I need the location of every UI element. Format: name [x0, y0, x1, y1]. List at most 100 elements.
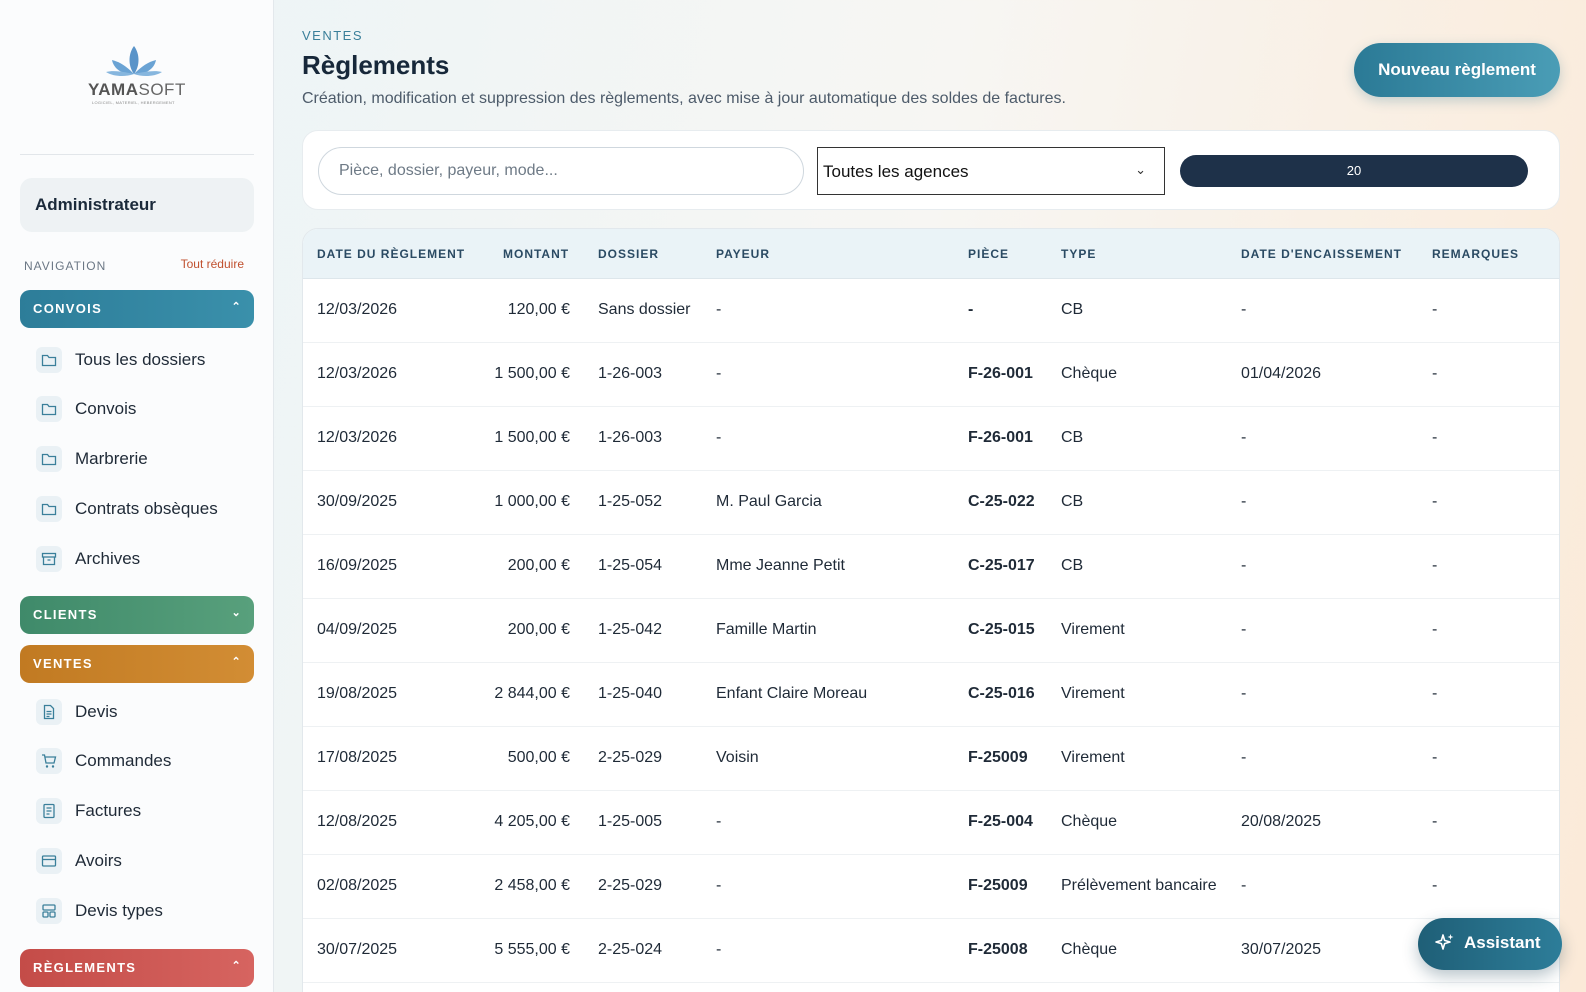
table-row[interactable]: 04/09/2025 200,00 € 1-25-042 Famille Martin…: [303, 599, 1559, 663]
column-header-payer[interactable]: PAYEUR: [716, 247, 770, 261]
cell-piece: C-25-017: [968, 557, 1035, 574]
cell-type: Virement: [1061, 621, 1125, 638]
table-row[interactable]: 16/09/2025 200,00 € 1-25-054 Mme Jeanne Pet…: [303, 535, 1559, 599]
table-row[interactable]: 19/08/2025 2 844,00 € 1-25-040 Enfant Clair…: [303, 663, 1559, 727]
sparkle-icon: [1435, 934, 1454, 950]
column-header-dossier[interactable]: DOSSIER: [598, 247, 659, 261]
main-content: VENTES Règlements Création, modification…: [274, 0, 1586, 992]
cell-remarks: -: [1432, 621, 1438, 638]
sidebar-item-label: Contrats obsèques: [75, 499, 218, 518]
nav-group-label: VENTES: [33, 656, 93, 671]
column-header-amount[interactable]: MONTANT: [503, 247, 569, 261]
cell-piece: C-25-022: [968, 493, 1035, 510]
sidebar-item-archives[interactable]: Archives: [36, 544, 250, 574]
cell-dossier: 1-26-003: [598, 429, 663, 446]
chevron-up-icon: ⌃: [231, 301, 242, 313]
navigation-label: NAVIGATION: [24, 259, 107, 273]
sidebar-item-label: Commandes: [75, 751, 172, 770]
collapse-all-link[interactable]: Tout réduire: [181, 257, 244, 271]
column-header-cash-date[interactable]: DATE D'ENCAISSEMENT: [1241, 247, 1402, 261]
folder-icon: [36, 396, 62, 422]
cell-type: CB: [1061, 493, 1084, 510]
nav-group-convois[interactable]: CONVOIS ⌃: [20, 290, 254, 328]
cell-amount: 500,00 €: [507, 749, 570, 766]
sidebar-item-tous-les-dossiers[interactable]: Tous les dossiers: [36, 345, 250, 375]
sidebar-item-factures[interactable]: Factures: [36, 796, 250, 826]
table-row[interactable]: 02/08/2025 2 458,00 € 2-25-029 - F-25009 Prél…: [303, 855, 1559, 919]
table-row[interactable]: 30/07/2025 5 555,00 € 2-25-024 - F-25008 Chèq…: [303, 919, 1559, 983]
sidebar-item-devis-types[interactable]: Devis types: [36, 896, 250, 926]
cell-dossier: 1-25-040: [598, 685, 663, 702]
nav-group-label: RÈGLEMENTS: [33, 960, 137, 975]
agency-select[interactable]: Toutes les agences ⌄: [817, 147, 1165, 195]
cell-piece: C-25-016: [968, 685, 1035, 702]
template-icon: [36, 898, 62, 924]
folder-icon: [36, 496, 62, 522]
cell-amount: 1 000,00 €: [494, 493, 570, 510]
table-row[interactable]: 12/03/2026 1 500,00 € 1-26-003 - F-26-001 CB -…: [303, 407, 1559, 471]
cell-amount: 120,00 €: [507, 301, 570, 318]
sidebar-item-avoirs[interactable]: Avoirs: [36, 846, 250, 876]
table-row[interactable]: 30/09/2025 1 000,00 € 1-25-052 M. Paul Garc…: [303, 471, 1559, 535]
payments-table: DATE DU RÈGLEMENT MONTANT DOSSIER PAYEUR…: [302, 228, 1560, 992]
cell-cash-date: -: [1241, 877, 1247, 894]
cell-payer: -: [716, 941, 722, 958]
sidebar-item-devis[interactable]: Devis: [36, 697, 250, 727]
assistant-label: Assistant: [1464, 933, 1541, 952]
sidebar-item-convois[interactable]: Convois: [36, 394, 250, 424]
cell-cash-date: -: [1241, 621, 1247, 638]
cell-dossier: 2-25-024: [598, 941, 663, 958]
chevron-up-icon: ⌃: [231, 656, 242, 668]
sidebar-item-contrats-obseques[interactable]: Contrats obsèques: [36, 494, 250, 524]
nav-group-ventes[interactable]: VENTES ⌃: [20, 645, 254, 683]
breadcrumb[interactable]: VENTES: [302, 28, 363, 43]
cell-payer: -: [716, 365, 722, 382]
invoice-icon: [36, 798, 62, 824]
cell-dossier: 2-25-029: [598, 749, 663, 766]
cell-dossier: Sans dossier: [598, 301, 691, 318]
table-header: DATE DU RÈGLEMENT MONTANT DOSSIER PAYEUR…: [303, 229, 1559, 279]
cell-cash-date: -: [1241, 301, 1247, 318]
column-header-remarks[interactable]: REMARQUES: [1432, 247, 1519, 261]
sidebar-item-label: Devis types: [75, 901, 163, 920]
cell-date: 12/03/2026: [317, 365, 398, 382]
nav-group-reglements[interactable]: RÈGLEMENTS ⌃: [20, 949, 254, 987]
card-icon: [36, 848, 62, 874]
sidebar-item-commandes[interactable]: Commandes: [36, 746, 250, 776]
table-row[interactable]: 12/03/2026 120,00 € Sans dossier - - CB - -: [303, 279, 1559, 343]
sidebar-item-label: Tous les dossiers: [75, 350, 206, 369]
logo-tagline: LOGICIEL, MATERIEL, HEBERGEMENT: [92, 100, 175, 105]
assistant-button[interactable]: Assistant: [1418, 918, 1562, 970]
cell-date: 12/03/2026: [317, 301, 398, 318]
nav-group-clients[interactable]: CLIENTS ⌄: [20, 596, 254, 634]
table-row[interactable]: 12/03/2026 1 500,00 € 1-26-003 - F-26-001 Chè…: [303, 343, 1559, 407]
agency-select-value: Toutes les agences: [823, 162, 969, 181]
cell-dossier: 1-25-052: [598, 493, 663, 510]
table-row[interactable]: 12/08/2025 4 205,00 € 1-25-005 - F-25-004 Chè…: [303, 791, 1559, 855]
cell-date: 19/08/2025: [317, 685, 398, 702]
cell-amount: 1 500,00 €: [494, 365, 570, 382]
cell-remarks: -: [1432, 877, 1438, 894]
sidebar-item-marbrerie[interactable]: Marbrerie: [36, 444, 250, 474]
cell-cash-date: -: [1241, 429, 1247, 446]
yamasoft-logo[interactable]: YAMASOFT LOGICIEL, MATERIEL, HEBERGEMENT: [80, 44, 192, 110]
nav-group-label: CONVOIS: [33, 301, 103, 316]
cell-type: Chèque: [1061, 365, 1118, 382]
sidebar-item-label: Archives: [75, 549, 141, 568]
cell-type: Chèque: [1061, 813, 1118, 830]
cell-piece: F-26-001: [968, 365, 1033, 382]
logo-wordmark: YAMASOFT: [88, 80, 186, 99]
column-header-type[interactable]: TYPE: [1061, 247, 1096, 261]
cell-piece: C-25-015: [968, 621, 1035, 638]
user-role[interactable]: Administrateur: [20, 178, 254, 232]
page-size-selector[interactable]: 20: [1180, 155, 1528, 187]
cell-piece: F-25009: [968, 877, 1028, 894]
table-row[interactable]: 17/08/2025 500,00 € 2-25-029 Voisin F-25009 V…: [303, 727, 1559, 791]
column-header-date[interactable]: DATE DU RÈGLEMENT: [317, 247, 465, 261]
cell-payer: -: [716, 877, 722, 894]
search-input[interactable]: [318, 147, 804, 195]
new-payment-button[interactable]: Nouveau règlement: [1354, 43, 1560, 97]
sidebar-item-label: Convois: [75, 399, 137, 418]
column-header-piece[interactable]: PIÈCE: [968, 247, 1009, 261]
cell-payer: Voisin: [716, 749, 759, 766]
